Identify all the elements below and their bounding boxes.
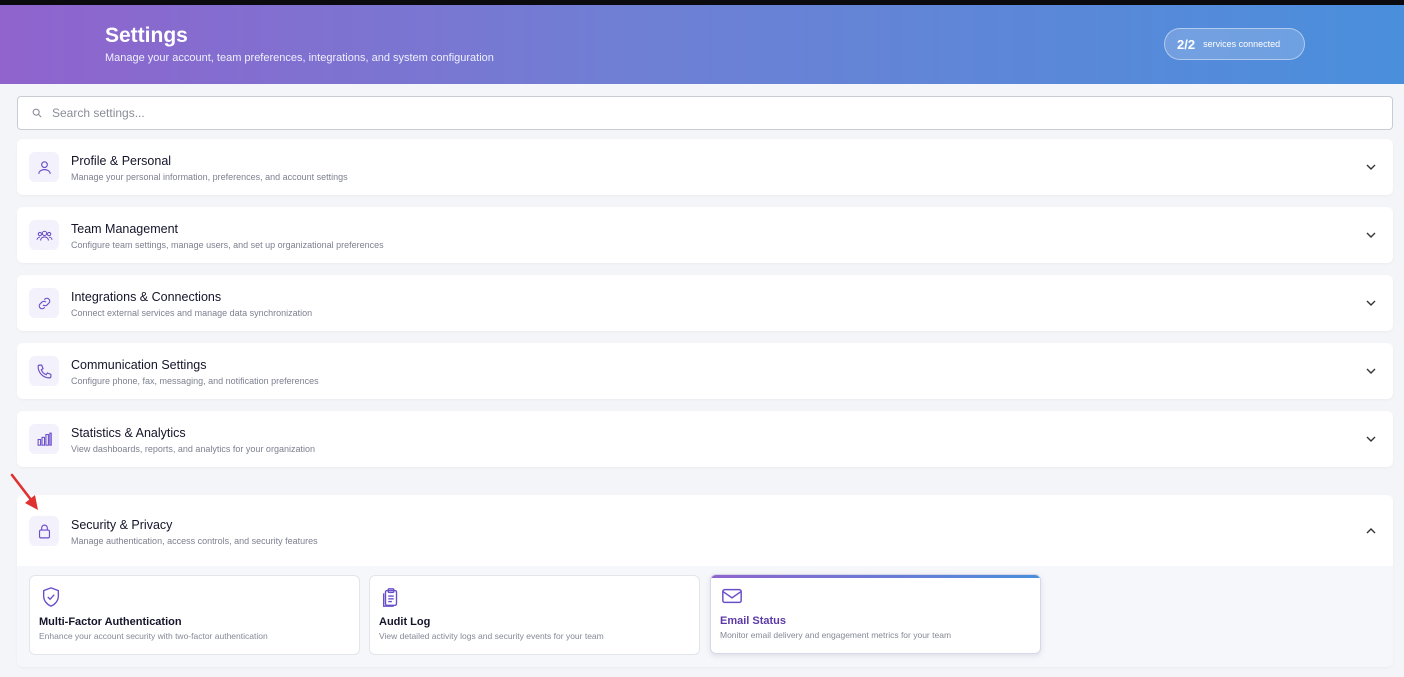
page-title: Settings [105,24,188,47]
page-subtitle: Manage your account, team preferences, i… [105,52,494,64]
section-description: Connect external services and manage dat… [71,308,313,318]
services-label: services connected [1203,39,1281,49]
card-email-status[interactable]: Email Status Monitor email delivery and … [710,574,1041,654]
card-description: View detailed activity logs and security… [379,631,604,641]
section-header[interactable]: Security & Privacy Manage authentication… [17,495,1393,566]
section-communication-settings[interactable]: Communication Settings Configure phone, … [17,343,1393,399]
chevron-down-icon[interactable] [1365,161,1377,173]
lock-icon [29,516,59,546]
search-input[interactable] [52,106,1352,120]
services-count: 2/2 [1177,36,1196,52]
card-audit-log[interactable]: Audit Log View detailed activity logs an… [369,575,700,655]
card-title: Multi-Factor Authentication [39,616,182,628]
section-team-management[interactable]: Team Management Configure team settings,… [17,207,1393,263]
section-title: Profile & Personal [71,154,172,168]
security-feature-cards: Multi-Factor Authentication Enhance your… [17,566,1393,667]
card-title: Audit Log [379,616,431,628]
section-profile-personal[interactable]: Profile & Personal Manage your personal … [17,139,1393,195]
shield-check-icon [42,587,60,607]
user-icon [29,152,59,182]
section-title: Team Management [71,222,179,236]
search-icon [32,108,42,118]
card-description: Monitor email delivery and engagement me… [720,630,952,640]
section-security-privacy: Security & Privacy Manage authentication… [17,495,1393,667]
phone-icon [29,356,59,386]
chevron-down-icon[interactable] [1365,365,1377,377]
section-description: Manage authentication, access controls, … [71,536,318,546]
page-header: Settings Manage your account, team prefe… [0,5,1404,84]
bar-chart-icon [29,424,59,454]
chevron-down-icon[interactable] [1365,433,1377,445]
section-title: Communication Settings [71,358,207,372]
team-icon [29,220,59,250]
chevron-down-icon[interactable] [1365,229,1377,241]
card-multi-factor-authentication[interactable]: Multi-Factor Authentication Enhance your… [29,575,360,655]
section-title: Security & Privacy [71,518,173,532]
mail-icon [722,588,742,604]
section-integrations-connections[interactable]: Integrations & Connections Connect exter… [17,275,1393,331]
clipboard-icon [382,588,398,607]
section-title: Integrations & Connections [71,290,222,304]
section-statistics-analytics[interactable]: Statistics & Analytics View dashboards, … [17,411,1393,467]
services-status-badge[interactable]: 2/2 services connected [1164,28,1305,60]
section-description: Configure phone, fax, messaging, and not… [71,376,319,386]
card-description: Enhance your account security with two-f… [39,631,268,641]
link-icon [29,288,59,318]
section-description: Configure team settings, manage users, a… [71,240,384,250]
section-title: Statistics & Analytics [71,426,186,440]
chevron-up-icon[interactable] [1365,525,1377,537]
section-description: View dashboards, reports, and analytics … [71,444,315,454]
chevron-down-icon[interactable] [1365,297,1377,309]
card-title: Email Status [720,615,787,627]
annotation-arrow-icon [10,473,38,510]
search-bar[interactable] [17,96,1393,130]
section-description: Manage your personal information, prefer… [71,172,348,182]
